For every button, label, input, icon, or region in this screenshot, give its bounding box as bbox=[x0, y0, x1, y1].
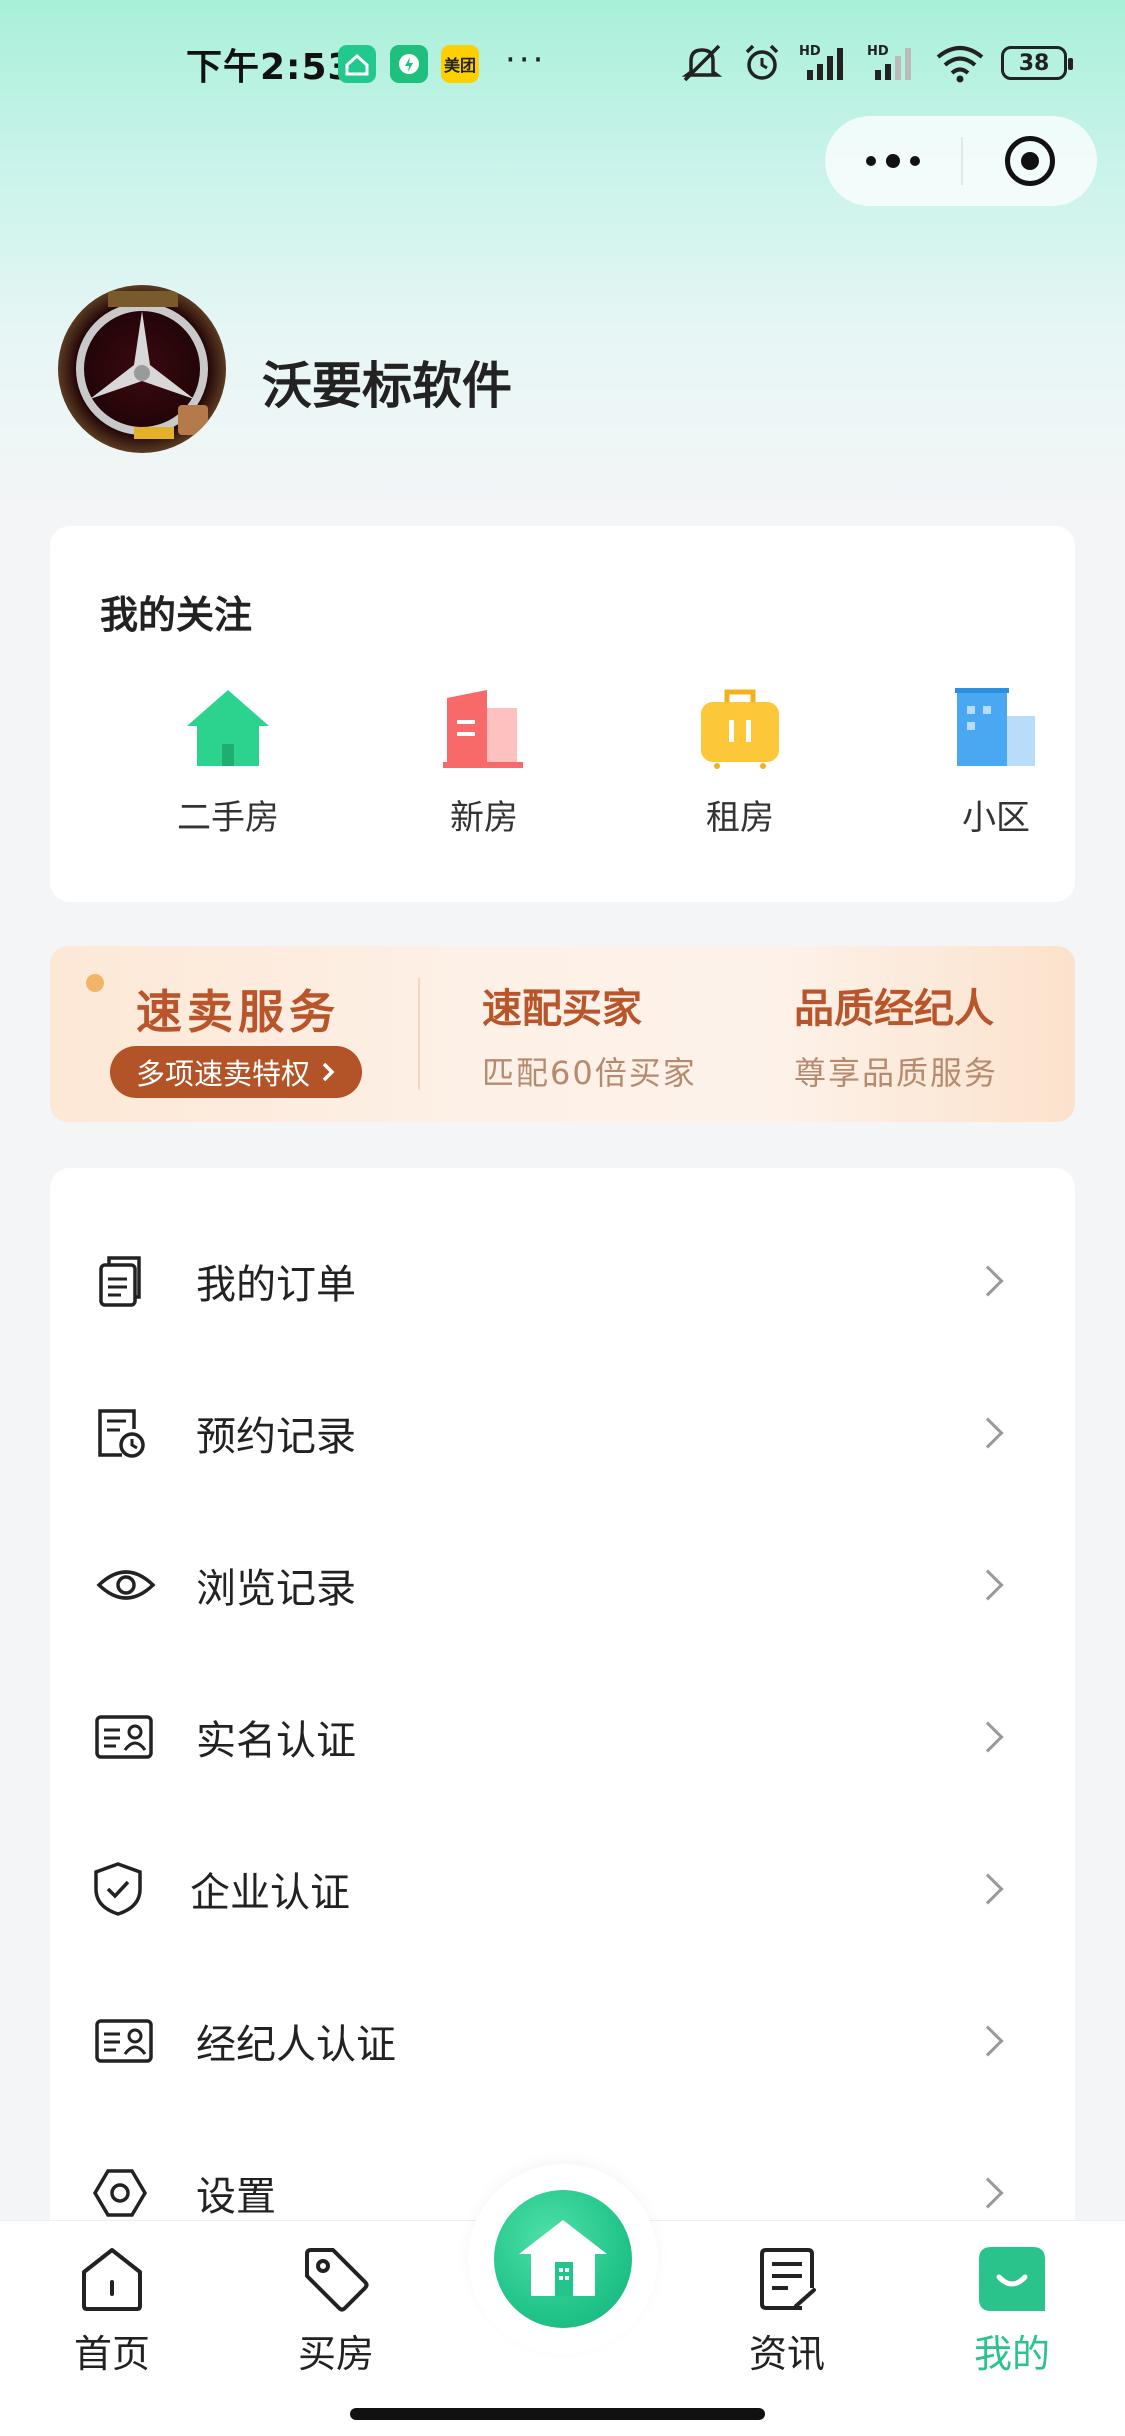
svg-text:HD: HD bbox=[867, 44, 889, 59]
chevron-right-icon bbox=[972, 1873, 1004, 1905]
banner-feature-subtitle: 匹配60倍买家 bbox=[482, 1054, 697, 1092]
appointment-icon bbox=[90, 1403, 150, 1463]
menu-item-enterprise[interactable]: 企业认证 bbox=[50, 1814, 1075, 1964]
target-icon bbox=[1005, 136, 1055, 186]
id-card-icon bbox=[94, 1707, 154, 1767]
mute-bell-icon bbox=[681, 44, 723, 82]
close-miniprogram-button[interactable] bbox=[963, 116, 1097, 206]
menu-item-label: 企业认证 bbox=[190, 1870, 350, 1916]
profile-icon bbox=[976, 2243, 1048, 2315]
banner-feature-title: 速配买家 bbox=[482, 986, 642, 1032]
menu-item-appointments[interactable]: 预约记录 bbox=[50, 1358, 1075, 1508]
menu-item-label: 经纪人认证 bbox=[196, 2022, 396, 2068]
svg-text:HD: HD bbox=[799, 44, 821, 59]
center-home-button[interactable] bbox=[494, 2190, 632, 2328]
menu-item-history[interactable]: 浏览记录 bbox=[50, 1510, 1075, 1660]
follow-item-label: 新房 bbox=[450, 798, 518, 838]
tab-buy[interactable]: 买房 bbox=[271, 2243, 401, 2378]
banner-feature-subtitle: 尊享品质服务 bbox=[794, 1054, 999, 1092]
follow-item-community[interactable]: 小区 bbox=[896, 686, 1096, 839]
wifi-icon bbox=[936, 46, 984, 83]
banner-feature-title: 品质经纪人 bbox=[794, 986, 994, 1032]
home-icon bbox=[76, 2243, 148, 2315]
chevron-right-icon bbox=[972, 1417, 1004, 1449]
menu-item-orders[interactable]: 我的订单 bbox=[50, 1206, 1075, 1356]
status-more-icon: ··· bbox=[505, 40, 547, 80]
menu-item-label: 实名认证 bbox=[196, 1718, 356, 1764]
apartment-icon bbox=[951, 686, 1041, 770]
chevron-right-icon bbox=[972, 1569, 1004, 1601]
tab-label: 买房 bbox=[297, 2332, 374, 2376]
home-indicator[interactable] bbox=[350, 2408, 765, 2420]
tab-label: 我的 bbox=[973, 2332, 1050, 2376]
follow-item-label: 小区 bbox=[962, 798, 1030, 838]
document-icon bbox=[90, 1251, 150, 1311]
shield-check-icon bbox=[88, 1859, 148, 1919]
tag-icon bbox=[300, 2243, 372, 2315]
signal-icon: HD bbox=[799, 44, 843, 80]
status-time: 下午2:53 bbox=[186, 47, 354, 88]
follow-item-rental[interactable]: 租房 bbox=[640, 686, 840, 839]
chevron-right-icon bbox=[972, 2025, 1004, 2057]
my-follow-card: 我的关注 二手房 新房 租房 小区 bbox=[50, 526, 1075, 902]
follow-item-label: 二手房 bbox=[177, 798, 279, 838]
app-notification-icon bbox=[338, 45, 376, 83]
profile-name[interactable]: 沃要标软件 bbox=[262, 346, 512, 418]
tab-mine[interactable]: 我的 bbox=[947, 2243, 1077, 2378]
banner-title: 速卖服务 bbox=[136, 985, 340, 1039]
tab-label: 资讯 bbox=[748, 2332, 825, 2376]
chevron-right-icon bbox=[972, 1265, 1004, 1297]
meituan-icon: 美团 bbox=[441, 45, 479, 83]
menu-item-real-name[interactable]: 实名认证 bbox=[50, 1662, 1075, 1812]
eye-icon bbox=[96, 1555, 156, 1615]
follow-item-new-home[interactable]: 新房 bbox=[384, 686, 584, 839]
tab-home[interactable]: 首页 bbox=[47, 2243, 177, 2378]
quick-sale-banner[interactable]: 速卖服务 多项速卖特权 速配买家 匹配60倍买家 品质经纪人 尊享品质服务 bbox=[50, 946, 1075, 1122]
miniprogram-capsule bbox=[825, 116, 1097, 206]
menu-item-agent[interactable]: 经纪人认证 bbox=[50, 1966, 1075, 2116]
avatar[interactable] bbox=[58, 285, 226, 453]
chevron-right-icon bbox=[972, 2177, 1004, 2209]
chevron-right-icon bbox=[972, 1721, 1004, 1753]
app-notification-icon bbox=[390, 45, 428, 83]
follow-item-label: 租房 bbox=[706, 798, 774, 838]
alarm-icon bbox=[745, 44, 779, 80]
battery-icon: 38 bbox=[1001, 46, 1073, 80]
banner-privilege-button[interactable]: 多项速卖特权 bbox=[110, 1046, 363, 1098]
house-icon bbox=[183, 686, 273, 770]
building-icon bbox=[439, 686, 529, 770]
id-card-icon bbox=[94, 2011, 154, 2071]
menu-item-label: 预约记录 bbox=[196, 1414, 356, 1460]
suitcase-icon bbox=[695, 686, 785, 770]
chevron-right-icon bbox=[322, 1062, 335, 1082]
card-title: 我的关注 bbox=[100, 593, 253, 637]
menu-item-label: 我的订单 bbox=[196, 1262, 356, 1308]
news-icon bbox=[751, 2243, 823, 2315]
tab-label: 首页 bbox=[73, 2332, 150, 2376]
house-icon bbox=[519, 2220, 607, 2296]
menu-item-label: 浏览记录 bbox=[196, 1566, 356, 1612]
follow-item-second-hand[interactable]: 二手房 bbox=[128, 686, 328, 839]
tab-news[interactable]: 资讯 bbox=[722, 2243, 852, 2378]
status-bar: 下午2:53 美团 ··· HD HD 38 bbox=[0, 36, 1125, 92]
more-options-button[interactable] bbox=[825, 116, 961, 206]
menu-item-label: 设置 bbox=[196, 2174, 276, 2220]
signal-icon: HD bbox=[867, 44, 911, 80]
settings-icon bbox=[90, 2163, 150, 2223]
